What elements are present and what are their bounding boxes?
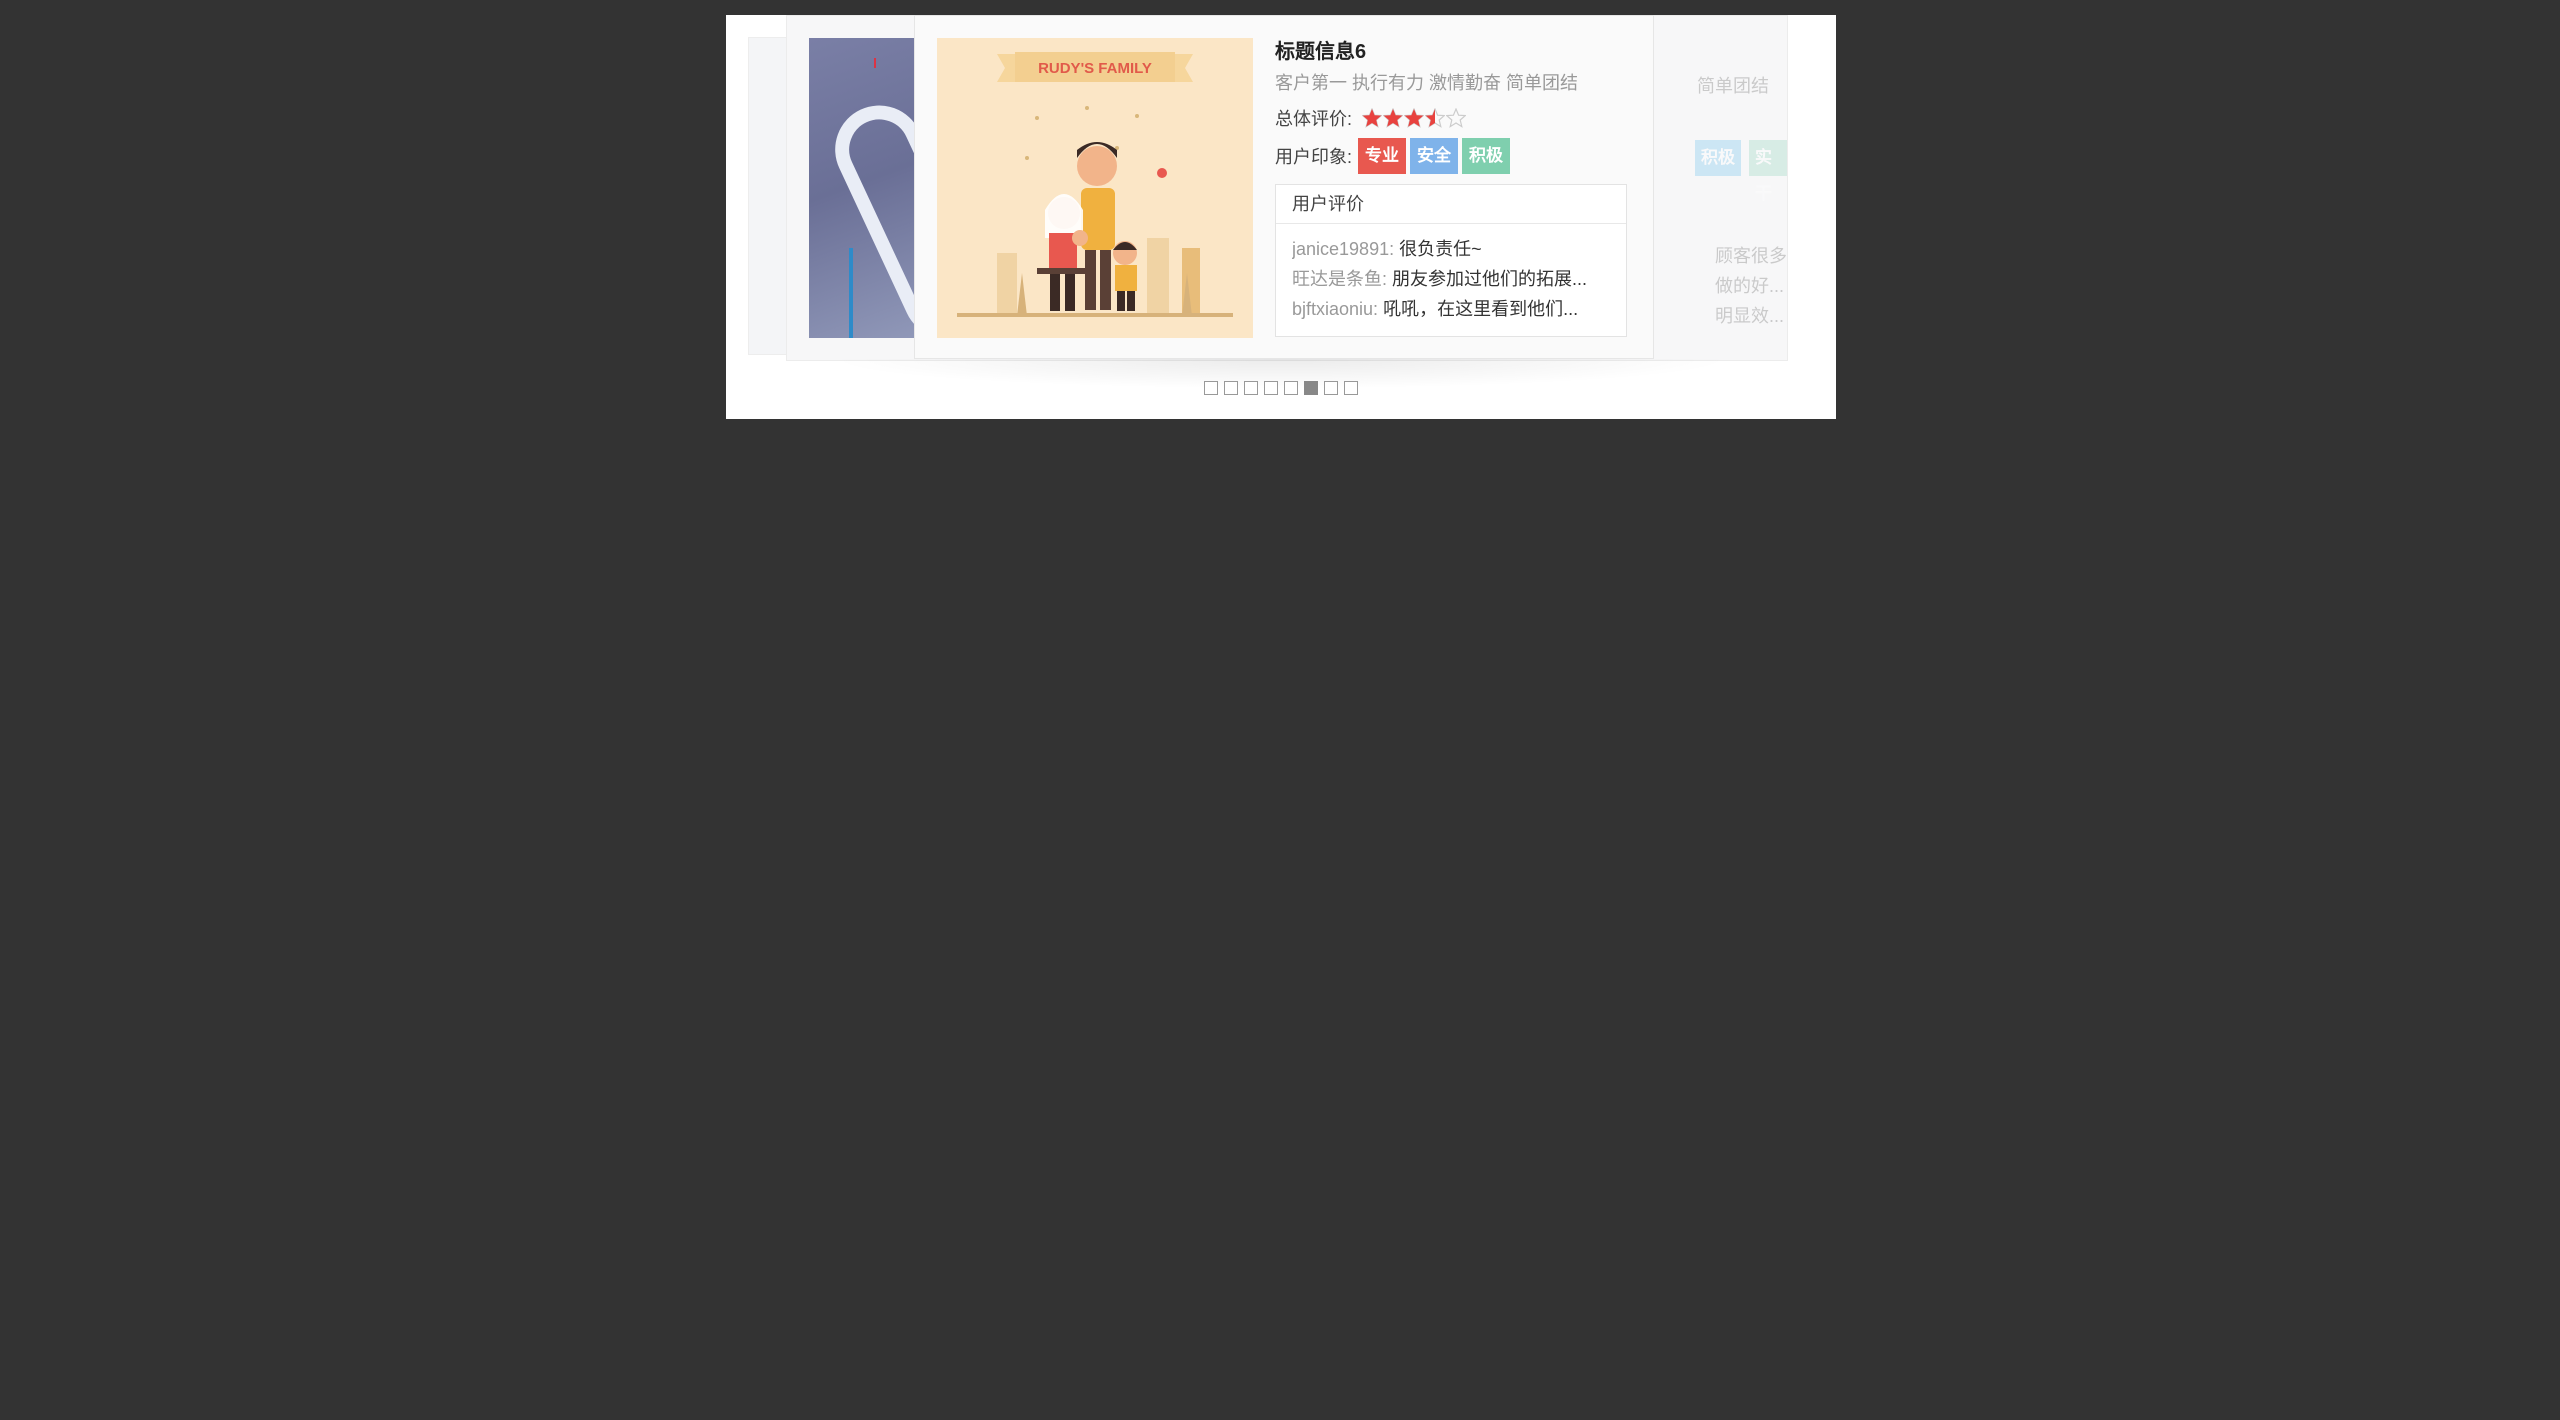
review-item: janice19891: 很负责任~ [1292,234,1610,264]
ghost-review: 顾客很多... [1715,246,1787,266]
review-panel-title: 用户评价 [1276,185,1626,224]
pagination-dot[interactable] [1344,381,1358,395]
ghost-subtitle: 简单团结 [1697,76,1769,96]
impression-row: 用户印象: 专业 安全 积极 [1275,138,1629,174]
card-title: 标题信息6 [1275,41,1367,63]
image-caption: RUDY'S FAMILY [1038,60,1152,77]
tag-positive: 积极 [1462,138,1511,174]
card-info: 标题信息6 客户第一 执行有力 激情勤奋 简单团结 总体评价: 用户印象: 专业… [1275,38,1629,337]
pagination-dot[interactable] [1284,381,1298,395]
pagination-dot[interactable] [1244,381,1258,395]
card-carousel: 简单团结 积极 实干 顾客很多... 做的好... 明显效... RUDY'S … [726,15,1836,419]
star-half-icon [1425,108,1446,128]
pagination-dot[interactable] [1264,381,1278,395]
star-rating [1362,108,1467,128]
star-filled-icon [1404,108,1425,128]
impression-tags: 专业 安全 积极 [1358,138,1514,174]
review-panel: 用户评价 janice19891: 很负责任~ 旺达是条鱼: 朋友参加过他们的拓… [1275,184,1627,337]
review-user: bjftxiaoniu: [1292,299,1379,319]
star-filled-icon [1362,108,1383,128]
impression-label: 用户印象: [1275,147,1353,167]
pole-shape [849,248,853,338]
pagination-dot[interactable] [1304,381,1318,395]
review-list: janice19891: 很负责任~ 旺达是条鱼: 朋友参加过他们的拓展... … [1276,224,1626,336]
review-item: bjftxiaoniu: 吼吼，在这里看到他们... [1292,294,1610,324]
review-user: 旺达是条鱼: [1292,269,1388,289]
star-filled-icon [1383,108,1404,128]
pagination-dot[interactable] [1324,381,1338,395]
ghost-tag: 积极 [1695,140,1741,176]
pagination-dot[interactable] [1204,381,1218,395]
rating-label: 总体评价: [1275,109,1353,129]
review-item: 旺达是条鱼: 朋友参加过他们的拓展... [1292,264,1610,294]
ghost-review: 明显效... [1715,306,1785,326]
star-empty-icon [1446,108,1467,128]
carousel-pagination [726,381,1836,395]
review-text: 朋友参加过他们的拓展... [1392,269,1588,289]
family-illustration-image: RUDY'S FAMILY [937,38,1253,338]
ghost-review: 做的好... [1715,276,1785,296]
rating-row: 总体评价: [1275,104,1629,132]
review-text: 很负责任~ [1399,239,1482,259]
review-text: 吼吼，在这里看到他们... [1383,299,1579,319]
marker-shape [874,58,876,68]
carousel-card-active[interactable]: RUDY'S FAMILY 标题信息6 客户第一 执行有力 激情勤奋 简单团结 … [914,15,1654,359]
card-subtitle: 客户第一 执行有力 激情勤奋 简单团结 [1275,73,1579,93]
review-user: janice19891: [1292,239,1395,259]
tag-safe: 安全 [1410,138,1459,174]
pagination-dot[interactable] [1224,381,1238,395]
ghost-tag: 实干 [1749,140,1787,203]
tag-professional: 专业 [1358,138,1407,174]
